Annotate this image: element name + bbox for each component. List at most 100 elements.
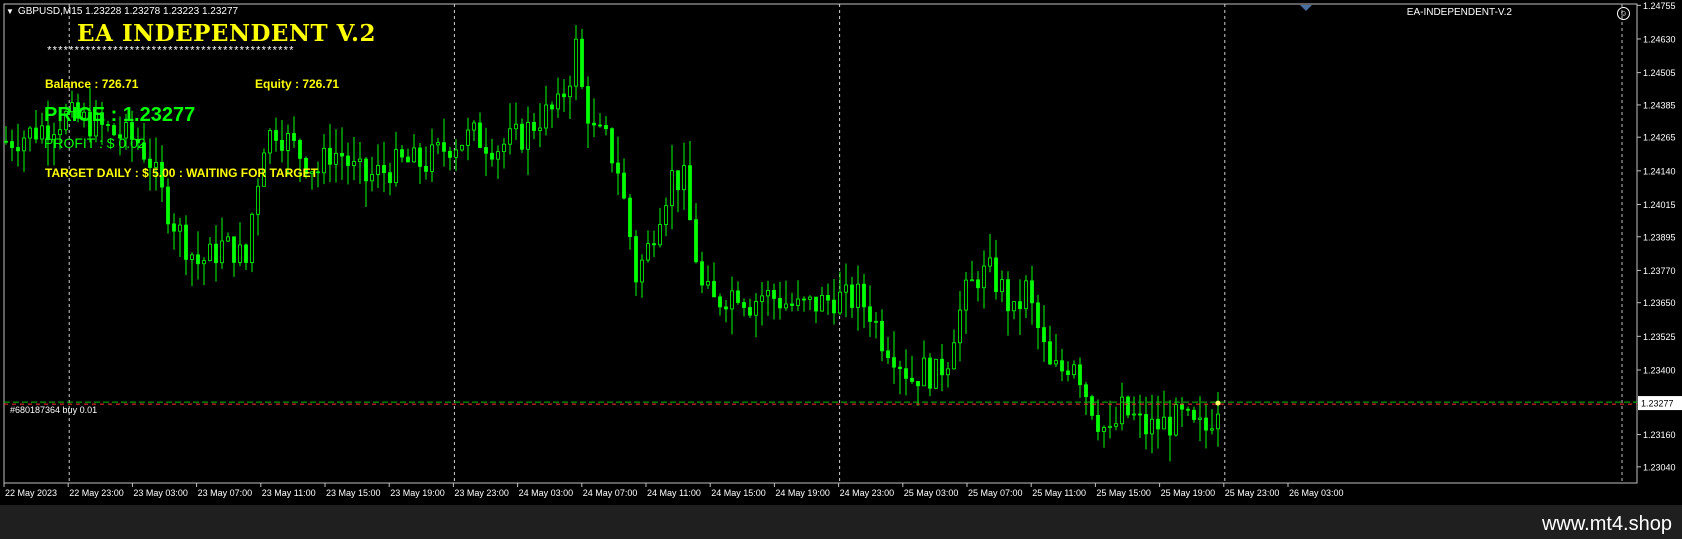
candle-body (898, 366, 902, 370)
candle-body (10, 141, 14, 148)
candle-body (1054, 360, 1058, 365)
candle-body (658, 224, 662, 246)
candle-body (1060, 360, 1064, 372)
current-price-dot (1215, 400, 1221, 406)
x-tick-label: 23 May 15:00 (326, 488, 381, 498)
candle-body (598, 124, 602, 127)
candle-body (232, 236, 236, 263)
candle-body (724, 306, 728, 310)
candle-body (844, 284, 848, 293)
candle-body (1204, 417, 1208, 431)
candle-body (250, 213, 254, 263)
candle-body (352, 161, 356, 166)
y-tick-label: 1.23650 (1643, 298, 1676, 308)
candle-body (568, 85, 572, 98)
candle-body (16, 147, 20, 152)
candle-body (1048, 341, 1052, 365)
y-tick-label: 1.23400 (1643, 365, 1676, 375)
candle-body (1186, 408, 1190, 411)
order-label[interactable]: #680187364 buy 0.01 (10, 405, 97, 415)
price-chart[interactable]: 1.24755 1.24630 1.24505 1.24385 1.24265 1.241… (0, 0, 1682, 505)
candle-body (778, 298, 782, 309)
candle-body (874, 320, 878, 323)
candle-body (256, 185, 260, 215)
candle-body (562, 93, 566, 98)
candle-body (838, 291, 842, 314)
current-price-label: 1.23277 (1641, 399, 1674, 409)
candle-body (916, 380, 920, 387)
x-tick-label: 24 May 11:00 (647, 488, 701, 498)
candle-body (766, 290, 770, 297)
smiley-icon[interactable]: ☺ (1617, 7, 1630, 20)
candle-body (1042, 327, 1046, 343)
candle-body (892, 357, 896, 368)
candle-body (994, 257, 998, 293)
candle-body (556, 93, 560, 110)
candle-body (1108, 425, 1112, 428)
candle-body (682, 165, 686, 191)
candle-body (976, 279, 980, 289)
candle-body (880, 320, 884, 352)
profit-label: PROFIT : $ 0.02 (44, 135, 146, 151)
plot-area-border (3, 3, 1638, 484)
candle-body (286, 133, 290, 151)
candle-body (226, 236, 230, 242)
price-axis: 1.24755 1.24630 1.24505 1.24385 1.24265 1.241… (1637, 1, 1682, 472)
candle-body (1012, 301, 1016, 312)
order-line-layer[interactable] (4, 400, 1637, 406)
candle-layer (4, 25, 1220, 462)
candle-body (292, 133, 296, 141)
candle-body (466, 129, 470, 146)
candle-body (28, 127, 32, 139)
candle-body (676, 170, 680, 191)
candle-body (514, 123, 518, 130)
candle-body (1066, 370, 1070, 375)
candle-body (454, 149, 458, 158)
y-tick-label: 1.23525 (1643, 332, 1676, 342)
x-tick-label: 25 May 23:00 (1225, 488, 1280, 498)
candle-body (202, 260, 206, 265)
symbol-info: GBPUSD,M15 1.23228 1.23278 1.23223 1.232… (17, 6, 239, 17)
candle-body (784, 303, 788, 309)
candle-body (496, 151, 500, 160)
candle-body (274, 130, 278, 141)
candle-body (754, 301, 758, 316)
candle-body (814, 296, 818, 312)
candle-body (922, 357, 926, 387)
candle-body (964, 279, 968, 311)
chart-window[interactable]: 1.24755 1.24630 1.24505 1.24385 1.24265 1.241… (0, 0, 1682, 505)
candle-body (478, 122, 482, 148)
candle-body (820, 295, 824, 312)
y-tick-label: 1.23895 (1643, 232, 1676, 242)
candle-body (508, 128, 512, 145)
candle-body (172, 223, 176, 232)
y-tick-label: 1.23040 (1643, 462, 1676, 472)
candle-body (340, 152, 344, 157)
candle-body (580, 38, 584, 87)
candle-body (214, 243, 218, 264)
candle-body (412, 147, 416, 163)
candle-body (718, 296, 722, 308)
candle-body (736, 290, 740, 303)
candle-body (1192, 409, 1196, 420)
candle-body (1078, 364, 1082, 386)
candle-body (328, 147, 332, 165)
stars-divider: ****************************************… (46, 46, 295, 58)
candle-body (634, 236, 638, 283)
candle-body (394, 149, 398, 184)
candle-body (184, 224, 188, 260)
candle-body (4, 140, 8, 143)
candle-body (424, 165, 428, 172)
watermark: www.mt4.shop (1541, 513, 1672, 535)
candle-body (1162, 416, 1166, 430)
y-tick-label: 1.24385 (1643, 100, 1676, 110)
candle-body (712, 281, 716, 298)
candle-body (244, 244, 248, 263)
candle-body (1006, 279, 1010, 312)
target-daily-label: TARGET DAILY : $ 5.00 : WAITING FOR TARG… (45, 166, 318, 180)
x-tick-label: 23 May 11:00 (262, 488, 316, 498)
candle-body (364, 158, 368, 182)
candle-body (196, 254, 200, 265)
candle-body (664, 205, 668, 225)
candle-body (730, 290, 734, 310)
